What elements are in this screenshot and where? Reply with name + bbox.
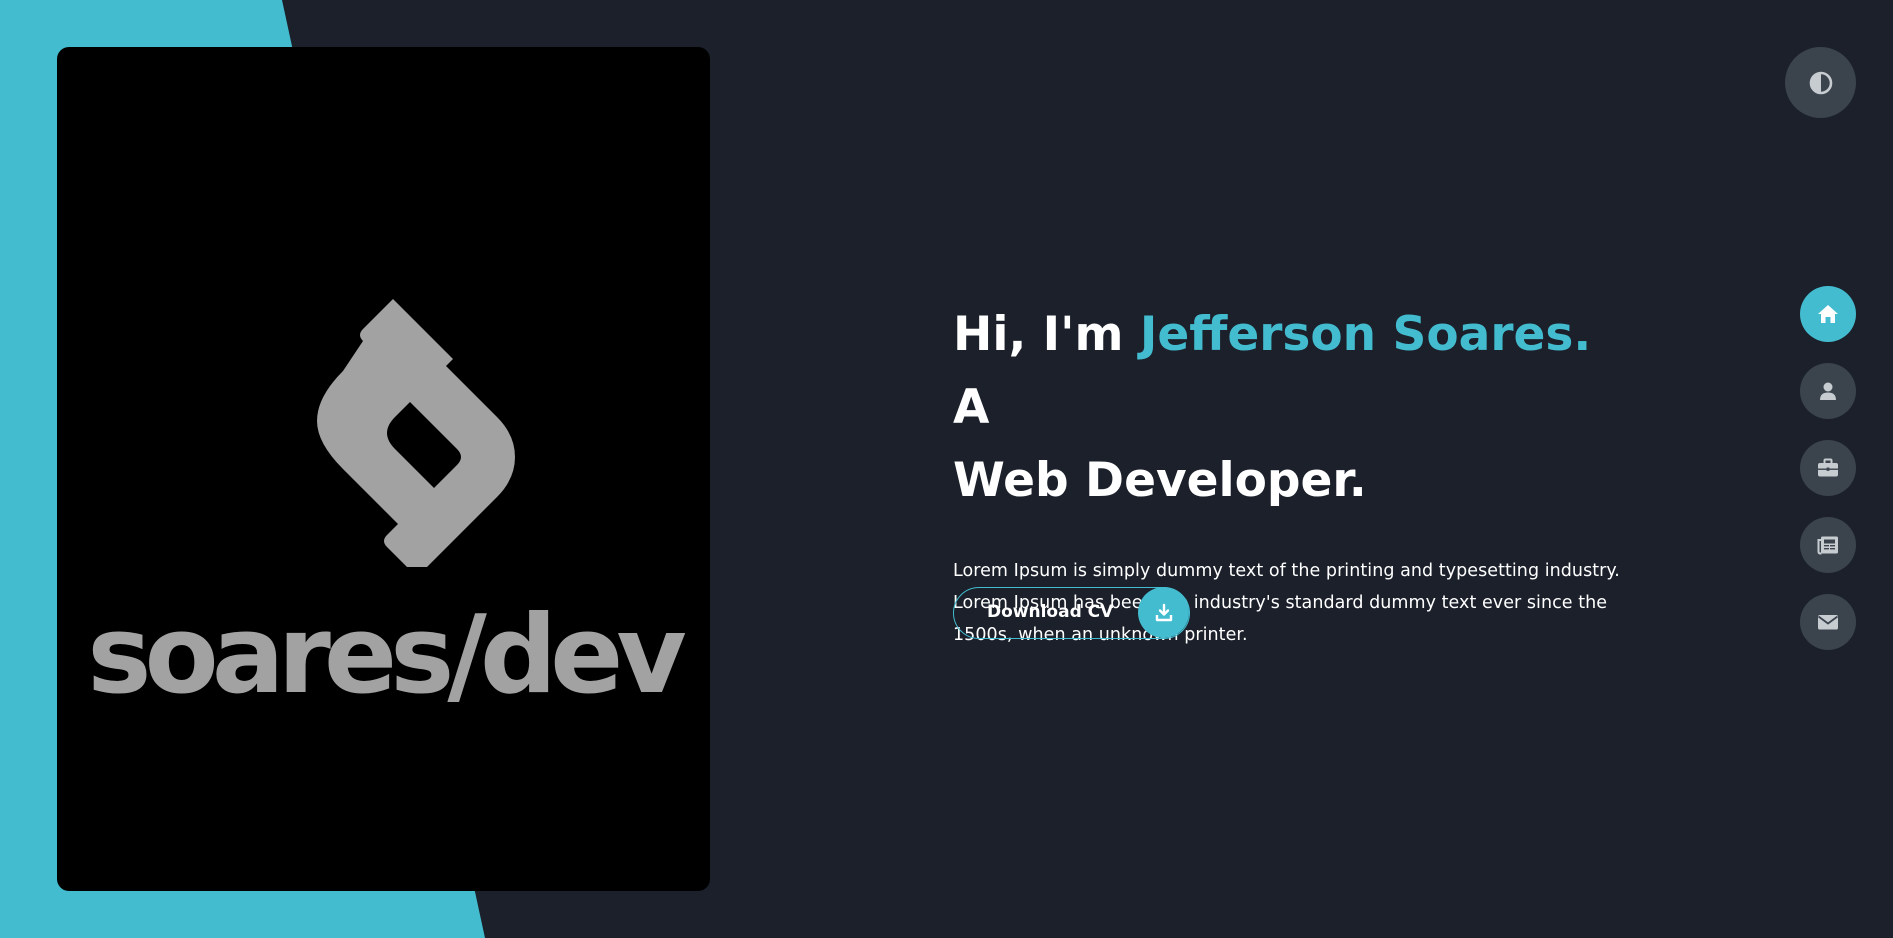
- download-cv-label: Download CV: [987, 602, 1114, 622]
- nav-contact-button[interactable]: [1800, 594, 1856, 650]
- logo-wordmark: soares/dev: [87, 593, 687, 718]
- newspaper-icon: [1817, 536, 1838, 555]
- hero-greeting: Hi, I'm: [953, 307, 1140, 362]
- nav-blog-button[interactable]: [1800, 517, 1856, 573]
- half-circle-contrast-icon: [1809, 71, 1832, 94]
- user-icon: [1820, 382, 1836, 400]
- theme-toggle-button[interactable]: [1785, 47, 1856, 118]
- home-icon: [1818, 305, 1838, 323]
- download-icon: [1138, 587, 1189, 638]
- envelope-icon: [1817, 615, 1839, 630]
- page: soares/dev Hi, I'm Jefferson Soares. A W…: [0, 0, 1893, 938]
- hero-role: Web Developer.: [953, 453, 1367, 508]
- logo-mark-icon: [317, 299, 515, 567]
- logo-card: soares/dev: [57, 47, 710, 891]
- briefcase-icon: [1818, 458, 1838, 477]
- nav-home-button[interactable]: [1800, 286, 1856, 342]
- download-cv-button[interactable]: Download CV: [953, 587, 1190, 639]
- hero-title-a: A: [953, 380, 990, 435]
- nav-about-button[interactable]: [1800, 363, 1856, 419]
- nav-portfolio-button[interactable]: [1800, 440, 1856, 496]
- hero-name: Jefferson Soares.: [1139, 307, 1592, 362]
- hero-title: Hi, I'm Jefferson Soares. A Web Develope…: [953, 298, 1633, 517]
